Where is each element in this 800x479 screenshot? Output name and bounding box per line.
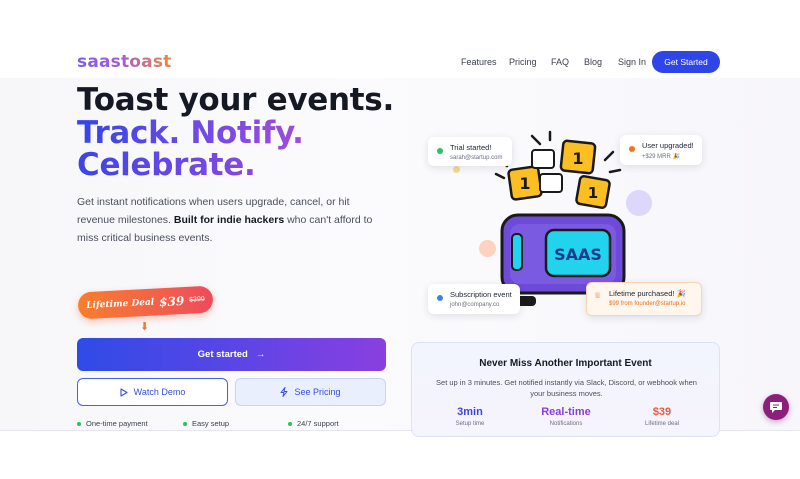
hero-title-line1: Toast your events.	[77, 82, 394, 118]
feature-item: 24/7 support	[288, 419, 339, 428]
deal-label: Lifetime Deal	[85, 297, 155, 311]
panel-subtitle: Set up in 3 minutes. Get notified instan…	[436, 378, 697, 398]
chat-widget-button[interactable]	[763, 394, 789, 420]
arrow-down-icon: ⬇	[140, 321, 150, 333]
notification-card-lifetime: ♕ Lifetime purchased! 🎉 $99 from founder…	[586, 282, 702, 316]
feature-label: 24/7 support	[297, 419, 339, 428]
notification-card-subscription: Subscription event john@company.co	[428, 284, 520, 314]
toaster-label: SAAS	[554, 245, 602, 264]
lightning-icon	[280, 387, 288, 397]
check-dot-icon	[183, 421, 187, 426]
stat-label: Notifications	[549, 421, 583, 427]
card-subtitle: $99 from founder@startup.io	[609, 301, 686, 307]
status-dot-icon	[629, 146, 635, 152]
check-dot-icon	[288, 421, 292, 426]
hero-title-line3: Celebrate.	[77, 147, 256, 183]
info-panel: Never Miss Another Important Event Set u…	[411, 342, 720, 437]
arrow-right-icon: →	[255, 349, 266, 360]
nav-link-pricing[interactable]: Pricing	[509, 57, 537, 67]
status-dot-icon	[437, 148, 443, 154]
status-dot-icon	[437, 295, 443, 301]
stat-lifetime: $39 Lifetime deal	[622, 406, 702, 427]
stat-setup: 3min Setup time	[430, 406, 510, 427]
feature-item: Easy setup	[183, 419, 229, 428]
stat-label: Lifetime deal	[644, 421, 680, 427]
hero-description: Get instant notifications when users upg…	[77, 193, 387, 247]
stat-label: Setup time	[455, 421, 485, 427]
hero-title-line2: Track. Notify.	[77, 115, 304, 151]
notification-badge-icon: 1	[507, 165, 543, 201]
notification-badge-icon: 1	[559, 139, 597, 175]
stat-notifications: Real-time Notifications	[526, 406, 606, 427]
watch-demo-label: Watch Demo	[133, 387, 186, 397]
nav-link-faq[interactable]: FAQ	[551, 57, 569, 67]
stat-value: 3min	[457, 406, 483, 418]
feature-item: One-time payment	[77, 419, 148, 428]
svg-text:1: 1	[588, 184, 598, 202]
get-started-nav-button[interactable]: Get Started	[652, 51, 720, 73]
notification-card-trial: Trial started! sarah@startup.com	[428, 137, 512, 166]
card-subtitle: +$29 MRR 🎉	[642, 154, 680, 160]
check-dot-icon	[77, 421, 81, 426]
stat-value: Real-time	[541, 406, 591, 418]
watch-demo-button[interactable]: Watch Demo	[77, 378, 228, 406]
card-subtitle: john@company.co	[450, 302, 500, 308]
deal-old-price: $399	[189, 295, 205, 304]
card-title: Lifetime purchased! 🎉	[609, 289, 686, 298]
play-icon	[120, 387, 128, 397]
desc-text-bold: Built for indie hackers	[173, 214, 285, 226]
see-pricing-button[interactable]: See Pricing	[235, 378, 386, 406]
feature-label: One-time payment	[86, 419, 148, 428]
panel-title: Never Miss Another Important Event	[479, 358, 652, 369]
card-subtitle: sarah@startup.com	[450, 155, 503, 161]
chat-icon	[770, 401, 782, 413]
deal-price: $39	[158, 293, 185, 309]
crown-icon: ♕	[594, 291, 602, 300]
landing-page: saastoast Features Pricing FAQ Blog Sign…	[0, 0, 800, 479]
svg-text:1: 1	[572, 149, 583, 168]
svg-text:1: 1	[519, 174, 530, 193]
nav-link-sign-in[interactable]: Sign In	[618, 57, 646, 67]
get-started-button[interactable]: Get started →	[77, 338, 386, 371]
stat-value: $39	[652, 406, 672, 418]
logo[interactable]: saastoast	[77, 52, 172, 72]
feature-label: Easy setup	[192, 419, 230, 428]
notification-card-upgrade: User upgraded! +$29 MRR 🎉	[620, 135, 702, 165]
nav-link-blog[interactable]: Blog	[584, 57, 602, 67]
notification-badge-icon: 1	[575, 174, 611, 210]
card-title: Subscription event	[450, 290, 512, 299]
card-title: User upgraded!	[642, 141, 694, 150]
see-pricing-label: See Pricing	[294, 387, 341, 397]
card-title: Trial started!	[450, 143, 492, 152]
nav-link-features[interactable]: Features	[461, 57, 497, 67]
get-started-label: Get started	[197, 349, 248, 360]
decor-circle	[453, 166, 460, 173]
